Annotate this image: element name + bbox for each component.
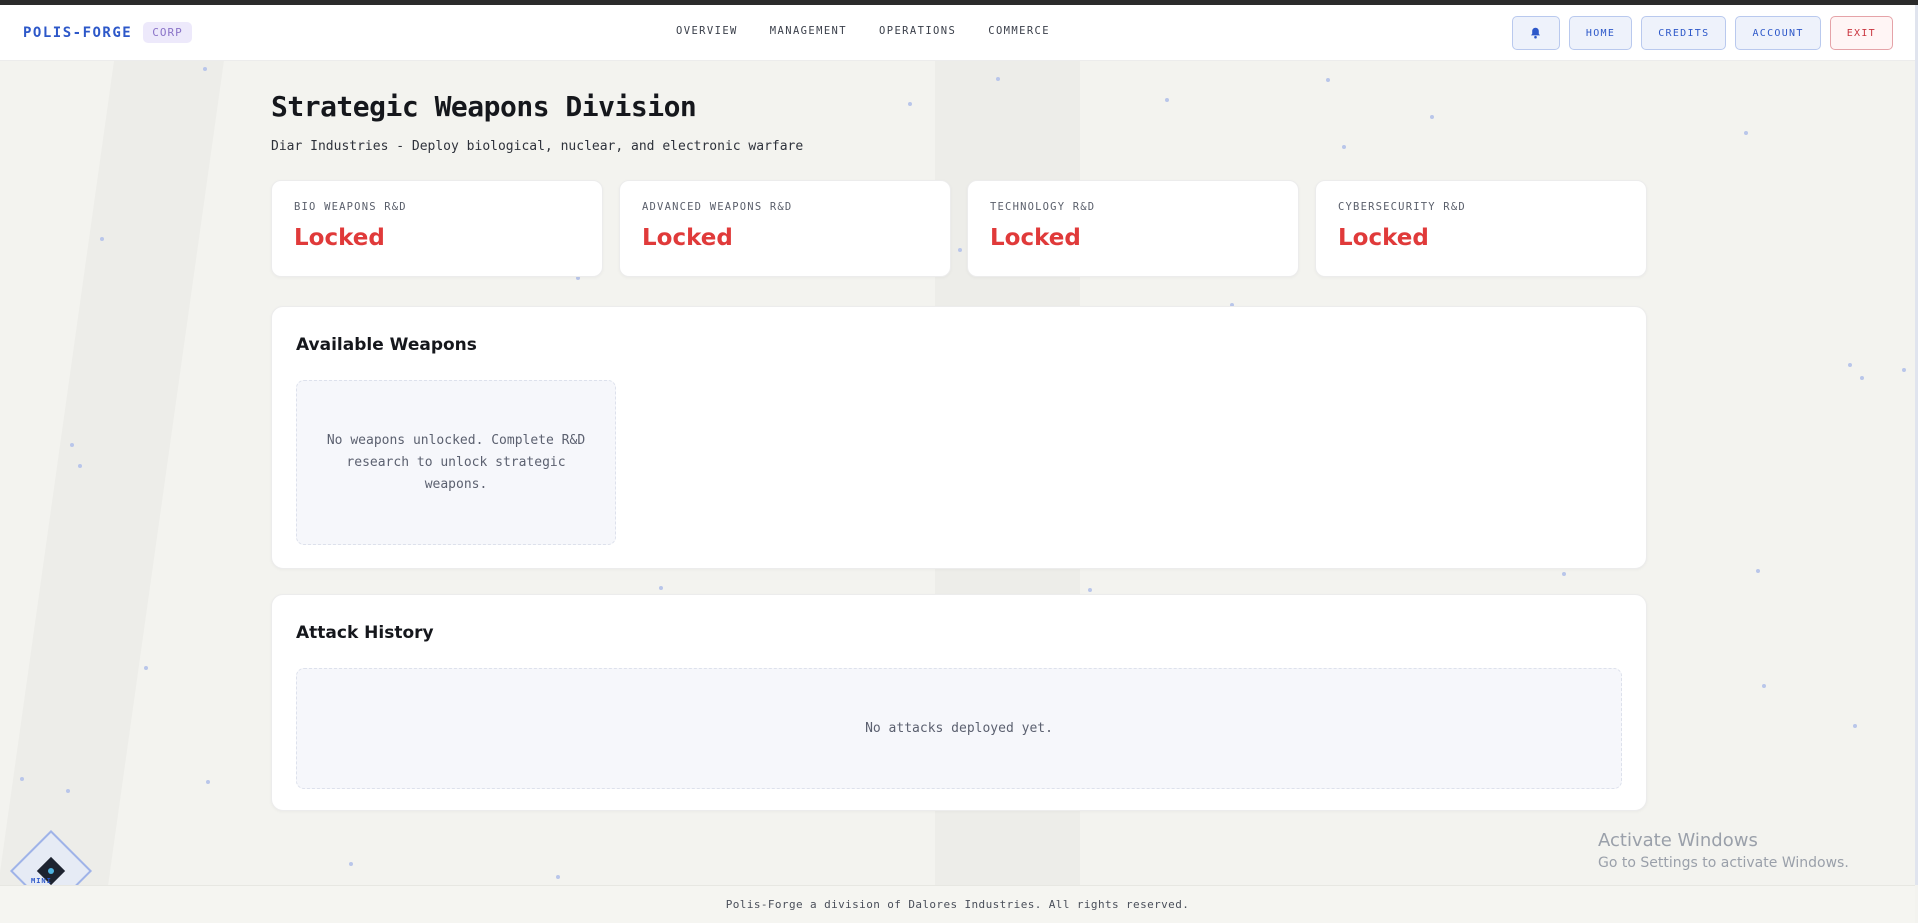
available-weapons-panel: Available Weapons No weapons unlocked. C… (271, 306, 1647, 569)
attack-history-panel: Attack History No attacks deployed yet. (271, 594, 1647, 811)
background-dot (958, 248, 962, 252)
account-button[interactable]: ACCOUNT (1735, 16, 1821, 50)
stat-card-bio-weapons: BIO WEAPONS R&D Locked (271, 180, 603, 277)
background-dot (1744, 131, 1748, 135)
footer: Polis-Forge a division of Dalores Indust… (0, 885, 1915, 923)
brand-name[interactable]: POLIS-FORGE (23, 25, 132, 41)
stat-value: Locked (990, 225, 1081, 251)
background-dot (203, 67, 207, 71)
stat-card-technology: TECHNOLOGY R&D Locked (967, 180, 1299, 277)
stat-value: Locked (294, 225, 385, 251)
stat-value: Locked (642, 225, 733, 251)
nav-operations[interactable]: OPERATIONS (879, 25, 956, 37)
background-dot (349, 862, 353, 866)
background-dot (1860, 376, 1864, 380)
background-dot (1853, 724, 1857, 728)
background-dot (1326, 78, 1330, 82)
nav-management[interactable]: MANAGEMENT (770, 25, 847, 37)
background-dot (1756, 569, 1760, 573)
stat-label: TECHNOLOGY R&D (990, 201, 1096, 213)
brand[interactable]: POLIS-FORGE CORP (23, 22, 192, 43)
header-actions: HOME CREDITS ACCOUNT EXIT (1511, 16, 1893, 50)
background-dot (1762, 684, 1766, 688)
exit-button[interactable]: EXIT (1829, 16, 1893, 50)
background-dot (100, 237, 104, 241)
stat-label: CYBERSECURITY R&D (1338, 201, 1466, 213)
background-dot (1430, 115, 1434, 119)
background-band (0, 5, 232, 885)
stat-label: BIO WEAPONS R&D (294, 201, 407, 213)
activate-windows-watermark: Activate Windows Go to Settings to activ… (1598, 830, 1849, 871)
background-dot (1562, 572, 1566, 576)
stat-label: ADVANCED WEAPONS R&D (642, 201, 793, 213)
stat-card-advanced-weapons: ADVANCED WEAPONS R&D Locked (619, 180, 951, 277)
watermark-subtitle: Go to Settings to activate Windows. (1598, 855, 1849, 871)
nav-commerce[interactable]: COMMERCE (988, 25, 1050, 37)
background-dot (144, 666, 148, 670)
background-dot (1165, 98, 1169, 102)
home-button[interactable]: HOME (1568, 16, 1633, 50)
notifications-button[interactable] (1511, 16, 1560, 50)
history-empty-state: No attacks deployed yet. (296, 668, 1622, 789)
background-dot (996, 77, 1000, 81)
mini-label: MINI (31, 877, 52, 885)
mini-core (46, 866, 56, 876)
nav-overview[interactable]: OVERVIEW (676, 25, 738, 37)
background-dot (20, 777, 24, 781)
footer-text: Polis-Forge a division of Dalores Indust… (725, 898, 1190, 911)
background-dot (70, 443, 74, 447)
background-dot (1342, 145, 1346, 149)
page-subtitle: Diar Industries - Deploy biological, nuc… (271, 139, 804, 154)
background-dot (206, 780, 210, 784)
background-dot (659, 586, 663, 590)
background-dot (1902, 368, 1906, 372)
background-dot (1088, 588, 1092, 592)
weapons-empty-state: No weapons unlocked. Complete R&D resear… (296, 380, 616, 545)
background-dot (556, 875, 560, 879)
stat-value: Locked (1338, 225, 1429, 251)
background-dot (66, 789, 70, 793)
bell-icon (1531, 27, 1541, 39)
top-navigation-bar: POLIS-FORGE CORP OVERVIEW MANAGEMENT OPE… (0, 5, 1915, 61)
background-dot (1848, 363, 1852, 367)
credits-button[interactable]: CREDITS (1641, 16, 1727, 50)
background-dot (78, 464, 82, 468)
brand-badge: CORP (143, 22, 192, 43)
main-nav: OVERVIEW MANAGEMENT OPERATIONS COMMERCE (676, 25, 1050, 37)
stat-card-cybersecurity: CYBERSECURITY R&D Locked (1315, 180, 1647, 277)
watermark-title: Activate Windows (1598, 830, 1758, 851)
panel-title: Attack History (296, 623, 434, 643)
panel-title: Available Weapons (296, 335, 477, 355)
background-dot (908, 102, 912, 106)
page-title: Strategic Weapons Division (271, 90, 697, 123)
